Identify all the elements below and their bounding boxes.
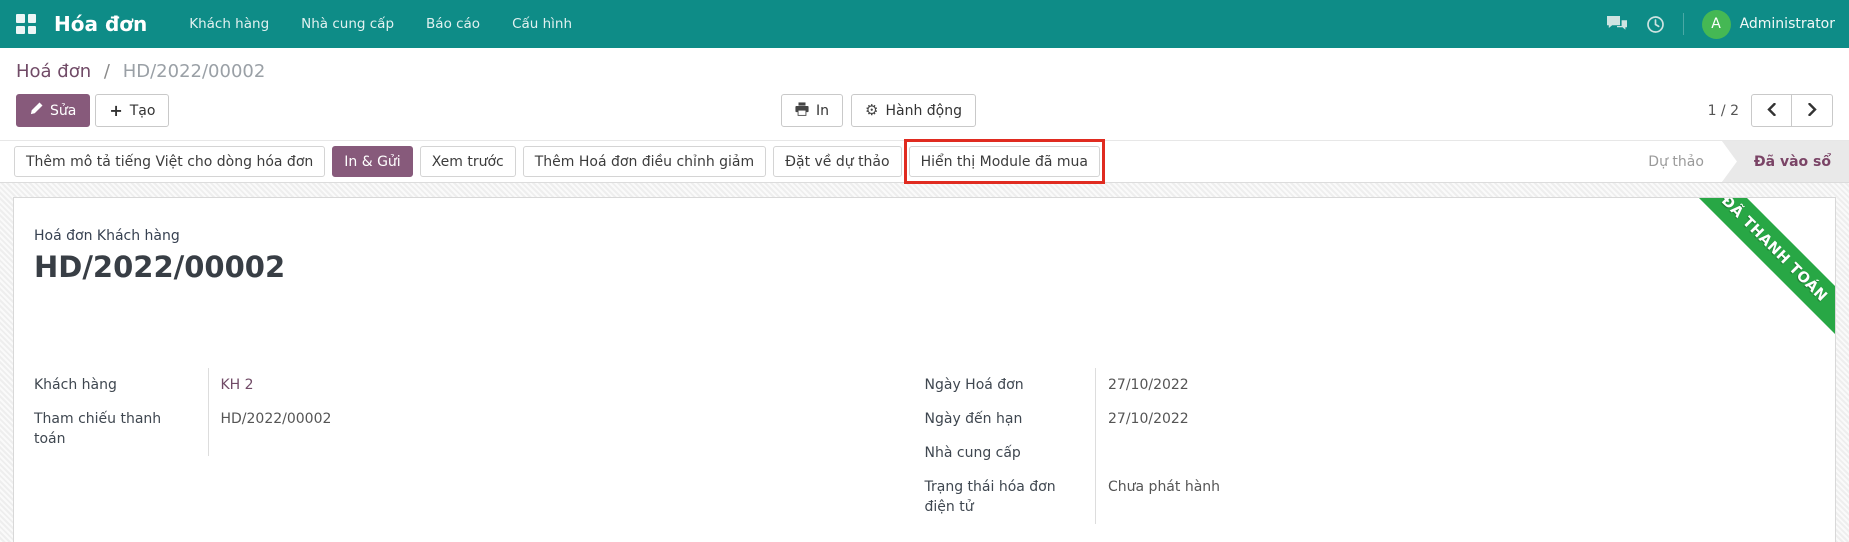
field-value-invoice-date: 27/10/2022 bbox=[1095, 368, 1815, 402]
field-value-einvoice-status: Chưa phát hành bbox=[1095, 470, 1815, 524]
field-row: Khách hàng KH 2 bbox=[34, 368, 925, 402]
printer-icon bbox=[795, 101, 809, 120]
annotation-highlight-box: Hiển thị Module đã mua bbox=[903, 139, 1106, 184]
field-row: Trạng thái hóa đơn điện tử Chưa phát hàn… bbox=[924, 470, 1815, 524]
pencil-icon bbox=[30, 102, 43, 119]
chat-icon[interactable] bbox=[1606, 15, 1628, 33]
field-label-einvoice-status: Trạng thái hóa đơn điện tử bbox=[924, 479, 1056, 515]
statusbar: Thêm mô tả tiếng Việt cho dòng hóa đơn I… bbox=[0, 139, 1849, 184]
breadcrumb: Hoá đơn / HD/2022/00002 bbox=[16, 61, 1833, 82]
print-button-label: In bbox=[816, 102, 830, 119]
document-type-label: Hoá đơn Khách hàng bbox=[34, 228, 180, 244]
edit-button-label: Sửa bbox=[50, 102, 77, 119]
create-button[interactable]: + Tạo bbox=[95, 94, 170, 127]
action-button[interactable]: ⚙ Hành động bbox=[851, 94, 976, 127]
avatar: A bbox=[1701, 9, 1731, 39]
preview-button[interactable]: Xem trước bbox=[419, 146, 516, 177]
chevron-right-icon bbox=[1807, 101, 1817, 120]
field-value-customer[interactable]: KH 2 bbox=[221, 377, 254, 393]
field-label-vendor: Nhà cung cấp bbox=[924, 445, 1021, 461]
status-posted[interactable]: Đã vào sổ bbox=[1721, 141, 1849, 182]
apps-grid-icon[interactable] bbox=[16, 14, 36, 34]
clock-icon[interactable] bbox=[1646, 15, 1665, 34]
user-menu[interactable]: A Administrator bbox=[1701, 9, 1835, 39]
systray: A Administrator bbox=[1606, 9, 1835, 39]
reset-to-draft-button[interactable]: Đặt về dự thảo bbox=[773, 146, 902, 177]
add-credit-note-button[interactable]: Thêm Hoá đơn điều chỉnh giảm bbox=[522, 146, 767, 177]
chevron-left-icon bbox=[1767, 101, 1776, 120]
pager-previous-button[interactable] bbox=[1751, 94, 1792, 127]
action-button-label: Hành động bbox=[885, 102, 962, 119]
field-row: Tham chiếu thanh toán HD/2022/00002 bbox=[34, 402, 925, 456]
pager-next-button[interactable] bbox=[1792, 94, 1833, 127]
invoice-number: HD/2022/00002 bbox=[34, 250, 286, 284]
invoice-sheet: ĐÃ THANH TOÁN Hoá đơn Khách hàng HD/2022… bbox=[13, 197, 1836, 542]
breadcrumb-parent[interactable]: Hoá đơn bbox=[16, 61, 91, 82]
status-draft[interactable]: Dự thảo bbox=[1630, 141, 1722, 182]
print-button[interactable]: In bbox=[781, 94, 844, 127]
field-label-payment-reference: Tham chiếu thanh toán bbox=[34, 411, 162, 447]
field-label-invoice-date: Ngày Hoá đơn bbox=[924, 377, 1024, 393]
breadcrumb-current: HD/2022/00002 bbox=[122, 61, 266, 82]
menu-cau-hinh[interactable]: Cấu hình bbox=[496, 0, 588, 48]
field-row: Nhà cung cấp bbox=[924, 436, 1815, 470]
plus-icon: + bbox=[109, 100, 123, 120]
top-navbar: Hóa đơn Khách hàng Nhà cung cấp Báo cáo … bbox=[0, 0, 1849, 48]
print-and-send-button[interactable]: In & Gửi bbox=[332, 146, 413, 177]
breadcrumb-separator: / bbox=[103, 61, 110, 82]
gear-icon: ⚙ bbox=[865, 101, 879, 119]
field-row: Ngày đến hạn 27/10/2022 bbox=[924, 402, 1815, 436]
show-purchased-module-button[interactable]: Hiển thị Module đã mua bbox=[908, 146, 1100, 177]
field-label-customer: Khách hàng bbox=[34, 377, 117, 393]
create-button-label: Tạo bbox=[129, 102, 156, 119]
status-pipeline: Dự thảo Đã vào sổ bbox=[1630, 141, 1849, 182]
systray-divider bbox=[1682, 13, 1684, 35]
edit-button[interactable]: Sửa bbox=[16, 94, 91, 127]
menu-nha-cung-cap[interactable]: Nhà cung cấp bbox=[285, 0, 410, 48]
field-value-payment-reference: HD/2022/00002 bbox=[207, 402, 925, 456]
user-name: Administrator bbox=[1739, 16, 1835, 32]
field-value-due-date: 27/10/2022 bbox=[1095, 402, 1815, 436]
form-background: ĐÃ THANH TOÁN Hoá đơn Khách hàng HD/2022… bbox=[0, 183, 1849, 542]
add-vietnamese-description-button[interactable]: Thêm mô tả tiếng Việt cho dòng hóa đơn bbox=[14, 146, 326, 177]
field-value-vendor bbox=[1095, 436, 1815, 470]
control-panel: Hoá đơn / HD/2022/00002 Sửa + Tạo In ⚙ H… bbox=[0, 48, 1849, 141]
menu-khach-hang[interactable]: Khách hàng bbox=[173, 0, 285, 48]
field-group-right: Ngày Hoá đơn 27/10/2022 Ngày đến hạn 27/… bbox=[924, 368, 1815, 524]
field-row: Ngày Hoá đơn 27/10/2022 bbox=[924, 368, 1815, 402]
menu-bao-cao[interactable]: Báo cáo bbox=[410, 0, 496, 48]
pager bbox=[1751, 94, 1833, 127]
app-name[interactable]: Hóa đơn bbox=[54, 12, 147, 36]
field-group-left: Khách hàng KH 2 Tham chiếu thanh toán HD… bbox=[34, 368, 925, 524]
pager-counter: 1 / 2 bbox=[1707, 102, 1739, 119]
field-label-due-date: Ngày đến hạn bbox=[924, 411, 1023, 427]
